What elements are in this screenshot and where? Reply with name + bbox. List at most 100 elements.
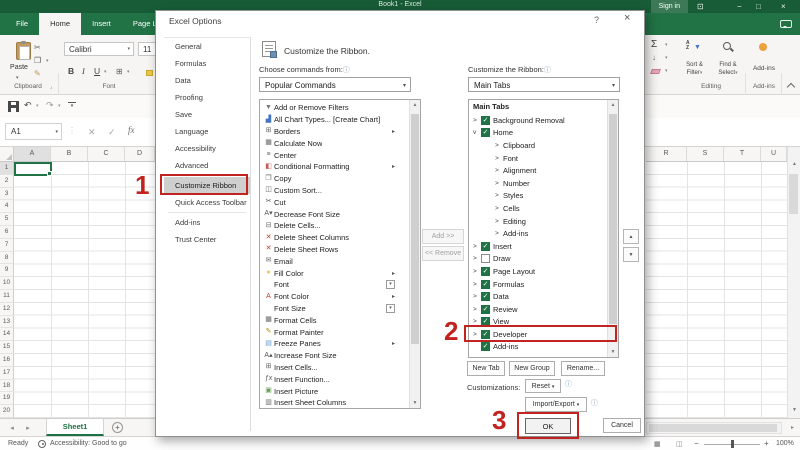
scroll-down-icon[interactable]: ▼	[410, 400, 420, 406]
autosum-dropdown-icon[interactable]: ▾	[665, 42, 668, 48]
column-header-a[interactable]: A	[14, 147, 51, 161]
collapse-ribbon-icon[interactable]	[786, 82, 796, 92]
nav-item-trust-center[interactable]: Trust Center	[164, 231, 250, 248]
main-tab-item-draw[interactable]: > Draw	[469, 253, 607, 266]
command-item[interactable]: Font Size ▾	[260, 303, 409, 315]
row-header-5[interactable]: 5	[0, 213, 14, 226]
row-header-12[interactable]: 12	[0, 302, 14, 316]
move-down-button[interactable]: ▼	[623, 247, 639, 262]
borders-dropdown-icon[interactable]: ▾	[127, 69, 130, 75]
expand-collapsed-icon[interactable]: >	[495, 167, 503, 174]
row-header-10[interactable]: 10	[0, 277, 14, 290]
nav-item-quick-access-toolbar[interactable]: Quick Access Toolbar	[164, 194, 250, 211]
ribbon-tab-insert[interactable]: Insert	[81, 13, 122, 35]
nav-item-language[interactable]: Language	[164, 123, 250, 140]
column-header-d[interactable]: D	[125, 147, 155, 161]
scroll-down-icon[interactable]: ▼	[789, 407, 800, 413]
add-button[interactable]: Add >>	[422, 229, 464, 244]
select-all-corner[interactable]	[0, 147, 14, 161]
sheet-tab[interactable]: Sheet1	[46, 419, 104, 436]
main-tab-item-review[interactable]: > ✓ Review	[469, 303, 607, 316]
main-tab-item-data[interactable]: > ✓ Data	[469, 290, 607, 303]
redo-dropdown-icon[interactable]: ▾	[58, 103, 61, 109]
format-painter-icon[interactable]: ✎	[34, 69, 41, 78]
customize-ribbon-select[interactable]: Main Tabs ▾	[468, 77, 620, 92]
command-item[interactable]: ▦ Calculate Now	[260, 137, 409, 149]
nav-item-data[interactable]: Data	[164, 72, 250, 89]
zoom-in-icon[interactable]: +	[764, 439, 769, 448]
expand-collapsed-icon[interactable]: >	[495, 155, 503, 162]
row-header-13[interactable]: 13	[0, 315, 14, 329]
new-sheet-icon[interactable]: +	[112, 422, 123, 433]
fill-down-icon[interactable]: ↓	[652, 53, 656, 62]
command-item[interactable]: ▟ All Chart Types... [Create Chart]	[260, 114, 409, 126]
command-item[interactable]: ≡ Center	[260, 149, 409, 161]
nav-item-general[interactable]: General	[164, 38, 250, 55]
import-export-button[interactable]: Import/Export ▾	[525, 397, 587, 412]
command-item[interactable]: ❐ Copy	[260, 173, 409, 185]
command-item[interactable]: ◫ Custom Sort...	[260, 185, 409, 197]
expand-collapsed-icon[interactable]: >	[495, 218, 503, 225]
expand-collapsed-icon[interactable]: >	[495, 205, 503, 212]
main-tab-item-formulas[interactable]: > ✓ Formulas	[469, 278, 607, 291]
maximize-icon[interactable]: □	[756, 1, 761, 12]
scroll-down-icon[interactable]: ▼	[608, 349, 618, 355]
command-item[interactable]: Font ▾	[260, 279, 409, 291]
zoom-slider-handle[interactable]	[731, 440, 734, 448]
ribbon-tab-file[interactable]: File	[5, 13, 39, 35]
undo-icon[interactable]: ↶	[24, 100, 32, 111]
checkbox-checked-icon[interactable]: ✓	[481, 304, 490, 314]
checkbox-checked-icon[interactable]: ✓	[481, 266, 490, 276]
command-item[interactable]: ▼ Add or Remove Filters	[260, 102, 409, 114]
view-page-layout-icon[interactable]: ◫	[676, 440, 683, 448]
command-item[interactable]: ◧ Conditional Formatting ▸	[260, 161, 409, 173]
view-normal-icon[interactable]: ▦	[654, 440, 661, 448]
autosum-icon[interactable]: Σ	[651, 39, 657, 50]
row-header-6[interactable]: 6	[0, 225, 14, 239]
main-tabs-scrollbar[interactable]: ▲ ▼	[607, 100, 618, 357]
row-header-9[interactable]: 9	[0, 264, 14, 278]
expand-collapsed-icon[interactable]: >	[473, 293, 481, 300]
nav-item-accessibility[interactable]: Accessibility	[164, 140, 250, 157]
main-tab-item-clipboard[interactable]: > Clipboard	[469, 139, 607, 152]
scroll-up-icon[interactable]: ▲	[410, 102, 420, 108]
checkbox-unchecked-icon[interactable]	[481, 254, 490, 264]
nav-item-add-ins[interactable]: Add-ins	[164, 214, 250, 231]
command-item[interactable]: A Font Color ▸	[260, 291, 409, 303]
close-window-icon[interactable]: ×	[781, 1, 786, 12]
row-header-2[interactable]: 2	[0, 174, 14, 188]
cancel-formula-icon[interactable]: ✕	[88, 127, 96, 138]
clipboard-dialog-launcher-icon[interactable]: ⌟	[50, 84, 52, 90]
command-item[interactable]: ▤ Freeze Panes ▸	[260, 338, 409, 350]
nav-item-save[interactable]: Save	[164, 106, 250, 123]
name-box[interactable]: A1 ▾	[5, 123, 62, 140]
command-item[interactable]: ✂ Cut	[260, 196, 409, 208]
checkbox-checked-icon[interactable]: ✓	[481, 279, 490, 289]
column-header-b[interactable]: B	[51, 147, 88, 161]
prev-sheet-icon[interactable]: ◂	[8, 424, 16, 432]
comments-icon[interactable]	[780, 20, 792, 28]
row-header-3[interactable]: 3	[0, 187, 14, 201]
enter-formula-icon[interactable]: ✓	[108, 127, 116, 138]
nav-item-advanced[interactable]: Advanced	[164, 157, 250, 174]
row-header-15[interactable]: 15	[0, 341, 14, 354]
checkbox-checked-icon[interactable]: ✓	[481, 128, 490, 138]
scroll-up-icon[interactable]: ▲	[608, 102, 618, 108]
expand-collapsed-icon[interactable]: >	[495, 142, 503, 149]
expand-collapsed-icon[interactable]: >	[473, 306, 481, 313]
main-tab-item-insert[interactable]: > ✓ Insert	[469, 240, 607, 253]
command-item[interactable]: ⊞ Borders ▸	[260, 126, 409, 138]
expand-collapsed-icon[interactable]: >	[473, 255, 481, 262]
dialog-close-icon[interactable]: ×	[624, 12, 630, 24]
insert-function-button[interactable]: fx	[128, 125, 135, 135]
cancel-button[interactable]: Cancel	[603, 418, 641, 433]
customize-qat-icon[interactable]: ▾	[68, 102, 76, 109]
main-tab-item-cells[interactable]: > Cells	[469, 202, 607, 215]
redo-icon[interactable]: ↷	[46, 100, 54, 111]
column-header-s[interactable]: S	[687, 147, 724, 161]
command-item[interactable]: ▦ Format Cells	[260, 314, 409, 326]
spreadsheet-grid-left[interactable]	[14, 162, 155, 418]
sign-in-button[interactable]: Sign in	[650, 0, 688, 13]
command-item[interactable]: ⊟ Delete Cells...	[260, 220, 409, 232]
column-header-c[interactable]: C	[88, 147, 125, 161]
